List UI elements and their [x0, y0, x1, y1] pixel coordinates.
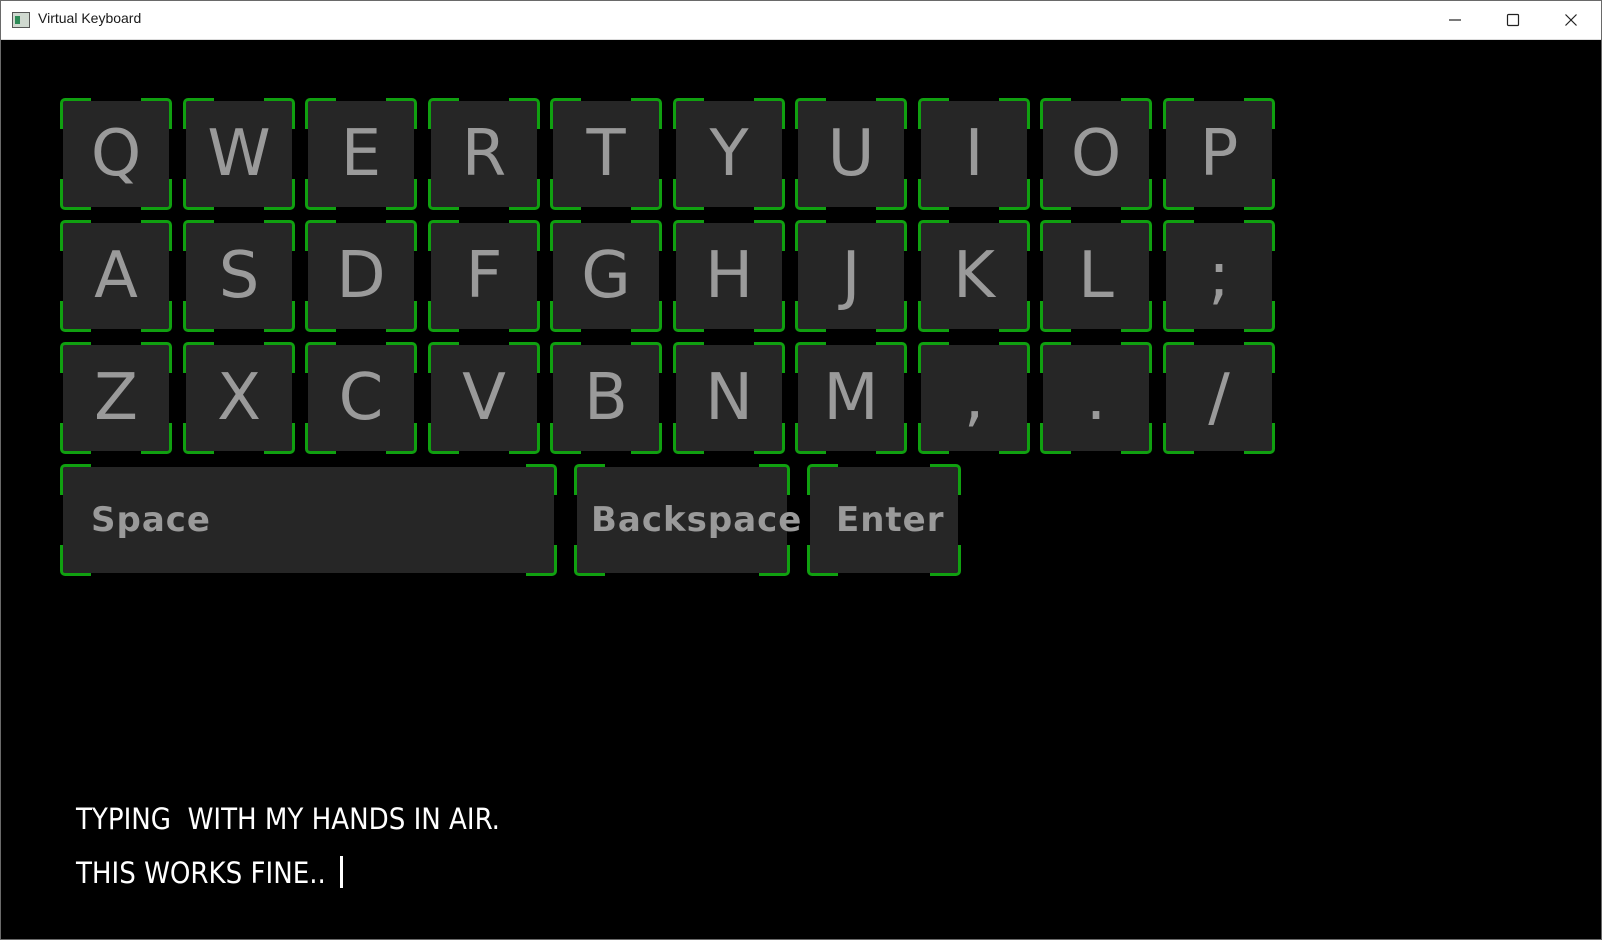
key-label: . [1085, 361, 1107, 435]
key-label: U [827, 117, 875, 191]
key-v[interactable]: V [428, 342, 540, 454]
key-h[interactable]: H [673, 220, 785, 332]
key-label: P [1199, 117, 1239, 191]
key-c[interactable]: C [305, 342, 417, 454]
key-label: R [461, 117, 507, 191]
key-label: / [1208, 361, 1230, 435]
close-icon [1565, 14, 1577, 26]
key-z[interactable]: Z [60, 342, 172, 454]
key-f[interactable]: F [428, 220, 540, 332]
minimize-button[interactable] [1426, 1, 1484, 39]
close-button[interactable] [1542, 1, 1600, 39]
key-label: Z [94, 361, 138, 435]
key-symbol[interactable]: / [1163, 342, 1275, 454]
key-label: J [841, 239, 861, 313]
key-u[interactable]: U [795, 98, 907, 210]
key-label: K [953, 239, 995, 313]
backspace-key[interactable]: Backspace [574, 464, 803, 576]
key-label: T [586, 117, 626, 191]
key-e[interactable]: E [305, 98, 417, 210]
enter-key[interactable]: Enter [807, 464, 961, 576]
key-q[interactable]: Q [60, 98, 172, 210]
key-s[interactable]: S [183, 220, 295, 332]
key-symbol[interactable]: , [918, 342, 1030, 454]
key-symbol[interactable]: ; [1163, 220, 1275, 332]
key-j[interactable]: J [795, 220, 907, 332]
key-label: D [336, 239, 386, 313]
key-n[interactable]: N [673, 342, 785, 454]
key-r[interactable]: R [428, 98, 540, 210]
key-label: L [1078, 239, 1114, 313]
keyboard-canvas: Q W E R T Y U I O P A S D F G H J K L; Z X C V B N M,. / Space Bac… [1, 40, 1601, 939]
minimize-icon [1449, 19, 1461, 21]
space-key-label: Space [91, 500, 211, 540]
app-icon [12, 12, 30, 28]
key-label: V [462, 361, 506, 435]
key-y[interactable]: Y [673, 98, 785, 210]
key-label: I [964, 117, 984, 191]
key-label: ; [1208, 239, 1230, 313]
key-x[interactable]: X [183, 342, 295, 454]
key-o[interactable]: O [1040, 98, 1152, 210]
key-label: S [218, 239, 260, 313]
key-label: A [94, 239, 138, 313]
key-label: H [704, 239, 754, 313]
key-symbol[interactable]: . [1040, 342, 1152, 454]
text-cursor [340, 856, 344, 888]
typed-text-line-2: THIS WORKS FINE.. [76, 856, 344, 890]
backspace-key-label: Backspace [591, 500, 803, 540]
typed-text-line-2-content: THIS WORKS FINE.. [76, 856, 335, 890]
key-label: C [338, 361, 384, 435]
key-p[interactable]: P [1163, 98, 1275, 210]
window-title: Virtual Keyboard [38, 10, 142, 26]
title-bar[interactable]: Virtual Keyboard [1, 1, 1601, 40]
key-w[interactable]: W [183, 98, 295, 210]
key-label: O [1070, 117, 1122, 191]
key-g[interactable]: G [550, 220, 662, 332]
key-label: W [207, 117, 271, 191]
enter-key-label: Enter [836, 500, 945, 540]
key-label: , [963, 361, 985, 435]
key-d[interactable]: D [305, 220, 417, 332]
key-label: Y [709, 117, 749, 191]
typed-text-line-1: TYPING WITH MY HANDS IN AIR. [76, 802, 500, 836]
key-b[interactable]: B [550, 342, 662, 454]
key-label: E [340, 117, 382, 191]
key-label: X [217, 361, 261, 435]
key-t[interactable]: T [550, 98, 662, 210]
key-k[interactable]: K [918, 220, 1030, 332]
key-label: B [584, 361, 628, 435]
key-label: F [465, 239, 503, 313]
app-window: Virtual Keyboard Q W E R T Y U I O P A S D F G H J K L; Z X C… [0, 0, 1602, 940]
maximize-button[interactable] [1484, 1, 1542, 39]
key-m[interactable]: M [795, 342, 907, 454]
space-key[interactable]: Space [60, 464, 557, 576]
key-label: G [581, 239, 631, 313]
maximize-icon [1506, 13, 1520, 27]
key-l[interactable]: L [1040, 220, 1152, 332]
key-i[interactable]: I [918, 98, 1030, 210]
key-label: N [705, 361, 753, 435]
key-label: Q [90, 117, 142, 191]
key-label: M [823, 361, 879, 435]
key-a[interactable]: A [60, 220, 172, 332]
